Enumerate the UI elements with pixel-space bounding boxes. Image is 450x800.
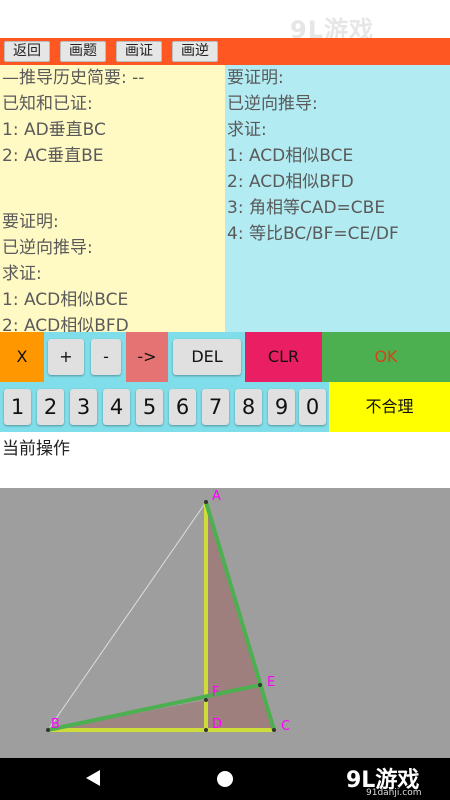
key-digit-2[interactable]: 2 — [37, 389, 64, 425]
key-x[interactable]: X — [0, 332, 44, 382]
key-digit-0[interactable]: 0 — [299, 389, 326, 425]
key-digit-7[interactable]: 7 — [202, 389, 229, 425]
key-arrow[interactable]: -> — [126, 332, 168, 382]
segment-ab — [47, 501, 207, 731]
to-prove-heading: 要证明: — [227, 68, 284, 88]
key-digit-6[interactable]: 6 — [169, 389, 196, 425]
goal-item: 2: ACD相似BFD — [227, 172, 354, 192]
point-a — [204, 500, 208, 504]
key-digit-4[interactable]: 4 — [103, 389, 130, 425]
key-unreasonable[interactable]: 不合理 — [329, 382, 450, 432]
nav-watermark-site: 91danji.com — [366, 788, 422, 798]
key-delete[interactable]: DEL — [173, 339, 241, 375]
reverse-heading: 已逆向推导: — [227, 94, 318, 114]
prove-heading: 求证: — [2, 264, 42, 284]
key-digit-8[interactable]: 8 — [235, 389, 262, 425]
goal-item: 2: ACD相似BFD — [2, 316, 129, 332]
label-d: D — [212, 717, 222, 732]
status-bar — [0, 0, 450, 38]
current-operation-label: 当前操作 — [2, 439, 70, 459]
key-minus[interactable]: - — [91, 339, 121, 375]
back-button[interactable]: 返回 — [4, 41, 50, 62]
key-ok[interactable]: OK — [322, 332, 450, 382]
toolbar: 返回 画题 画证 画逆 — [0, 38, 450, 65]
goal-item: 4: 等比BC/BF=CE/DF — [227, 224, 399, 244]
reverse-heading: 已逆向推导: — [2, 238, 93, 258]
known-item: 1: AD垂直BC — [2, 120, 106, 140]
known-item: 2: AC垂直BE — [2, 146, 104, 166]
key-plus[interactable]: + — [48, 339, 84, 375]
label-f: F — [212, 685, 219, 700]
digit-key-row: 1 2 3 4 5 6 7 8 9 0 不合理 — [0, 382, 450, 432]
key-digit-1[interactable]: 1 — [4, 389, 31, 425]
navigation-bar: 9L游戏 91danji.com — [0, 758, 450, 800]
home-icon[interactable] — [217, 771, 233, 787]
draw-proof-button[interactable]: 画证 — [116, 41, 162, 62]
label-c: C — [281, 719, 290, 734]
history-title: —推导历史简要: -- — [2, 68, 145, 88]
label-a: A — [212, 489, 221, 504]
goal-item: 1: ACD相似BCE — [2, 290, 129, 310]
key-digit-9[interactable]: 9 — [268, 389, 295, 425]
to-prove-heading: 要证明: — [2, 212, 59, 232]
triangle-figure: A B C D E F — [46, 489, 290, 734]
operator-key-row: X + - -> DEL CLR OK — [0, 332, 450, 382]
point-c — [272, 728, 276, 732]
key-digit-5[interactable]: 5 — [136, 389, 163, 425]
derivation-history-panel[interactable]: —推导历史简要: -- 已知和已证: 1: AD垂直BC 2: AC垂直BE 要… — [0, 65, 225, 332]
known-heading: 已知和已证: — [2, 94, 93, 114]
prove-heading: 求证: — [227, 120, 267, 140]
point-e — [258, 683, 262, 687]
key-clear[interactable]: CLR — [245, 332, 322, 382]
draw-problem-button[interactable]: 画题 — [60, 41, 106, 62]
point-f — [204, 698, 208, 702]
geometry-canvas[interactable]: A B C D E F — [0, 488, 450, 758]
label-b: B — [51, 717, 60, 732]
goals-panel[interactable]: 要证明: 已逆向推导: 求证: 1: ACD相似BCE 2: ACD相似BFD … — [225, 65, 450, 332]
goal-item: 3: 角相等CAD=CBE — [227, 198, 386, 218]
label-e: E — [267, 675, 275, 690]
draw-reverse-button[interactable]: 画逆 — [172, 41, 218, 62]
back-icon[interactable] — [86, 770, 100, 786]
goal-item: 1: ACD相似BCE — [227, 146, 354, 166]
point-d — [204, 728, 208, 732]
point-b — [46, 728, 50, 732]
key-digit-3[interactable]: 3 — [70, 389, 97, 425]
